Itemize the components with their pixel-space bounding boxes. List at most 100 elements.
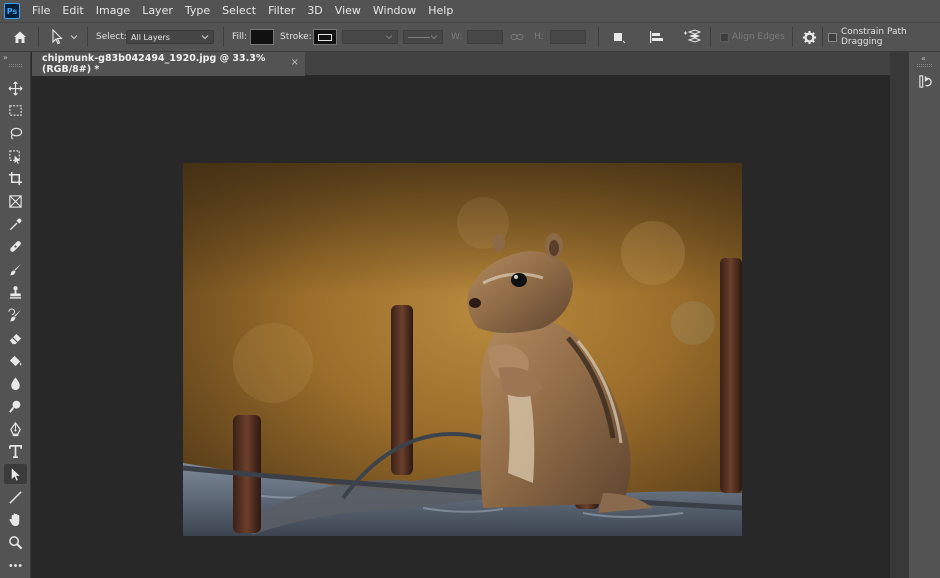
divider [87,27,88,47]
settings-button[interactable] [802,23,817,51]
menu-file[interactable]: File [26,0,56,22]
pen-tool[interactable] [4,419,27,439]
divider [38,27,39,47]
edit-toolbar-button[interactable] [4,555,27,575]
clone-stamp-tool[interactable] [4,282,27,302]
paint-bucket-tool[interactable] [4,350,27,370]
object-select-tool[interactable] [4,146,27,166]
panel-grip[interactable] [917,64,932,67]
link-dimensions-button[interactable] [510,23,524,51]
path-operations-icon [614,33,626,44]
menu-edit[interactable]: Edit [56,0,89,22]
blur-tool[interactable] [4,373,27,393]
link-icon [510,34,524,40]
path-arrangement-icon [684,29,701,43]
crop-tool[interactable] [4,168,27,188]
healing-brush-tool-icon [10,240,21,252]
close-tab-icon[interactable]: × [291,57,299,68]
canvas-area[interactable] [32,77,890,578]
width-field[interactable] [467,30,503,44]
eraser-tool-icon [9,333,22,344]
dodge-tool[interactable] [4,396,27,416]
path-selection-arrow-icon [52,29,63,45]
menu-filter[interactable]: Filter [262,0,301,22]
line-tool[interactable] [4,487,27,507]
constrain-path-checkbox[interactable] [828,32,837,42]
stroke-label: Stroke: [280,32,312,42]
stroke-type-preview [408,36,430,38]
select-dropdown[interactable]: All Layers [126,30,214,44]
divider [598,27,599,47]
divider [223,27,224,47]
constrain-path-label: Constrain Path Dragging [841,27,907,47]
height-label: H: [534,32,544,42]
document-tab-title: chipmunk-g83b042494_1920.jpg @ 33.3% (RG… [42,53,266,75]
eyedropper-tool[interactable] [4,214,27,234]
document-image[interactable] [183,163,742,536]
menu-view[interactable]: View [329,0,367,22]
marquee-tool[interactable] [4,100,27,120]
zoom-tool[interactable] [4,532,27,552]
brush-tool-icon [9,263,22,275]
eyedropper-tool-icon [9,217,22,230]
path-selection-tool-icon [11,467,20,481]
home-icon [14,31,26,43]
menu-image[interactable]: Image [90,0,136,22]
tools-panel: » [0,52,31,578]
hand-tool-icon [9,512,20,526]
fill-label: Fill: [232,32,248,42]
select-label: Select: [96,32,127,42]
panel-dock-gutter [890,52,908,578]
move-tool-icon [8,81,23,95]
path-alignment-button[interactable] [648,23,664,51]
chevron-down-icon [201,35,209,40]
width-label: W: [451,32,463,42]
menu-type[interactable]: Type [179,0,216,22]
frame-tool[interactable] [4,191,27,211]
menu-bar: Ps File Edit Image Layer Type Select Fil… [0,0,940,22]
stroke-width-field[interactable] [342,30,398,44]
menu-layer[interactable]: Layer [136,0,179,22]
stroke-type-dropdown[interactable] [403,30,443,44]
pen-tool-icon [10,421,21,436]
tool-preset-picker[interactable] [50,23,78,51]
height-field[interactable] [550,30,586,44]
align-left-icon [650,31,663,43]
collapse-panel-icon[interactable]: » [3,53,8,62]
expand-panels-icon[interactable]: « [921,54,926,63]
path-operations-button[interactable] [612,23,626,51]
menu-3d[interactable]: 3D [301,0,328,22]
healing-brush-tool[interactable] [4,236,27,256]
type-tool[interactable] [4,441,27,461]
path-selection-tool[interactable] [4,464,27,484]
align-edges-label: Align Edges [732,32,785,42]
right-panel-dock: « [908,52,940,578]
history-brush-tool[interactable] [4,305,27,325]
lasso-tool[interactable] [4,123,27,143]
history-panel-button[interactable] [916,72,934,90]
divider [792,27,793,47]
photoshop-logo-icon: Ps [4,3,20,19]
menu-help[interactable]: Help [422,0,459,22]
document-tab[interactable]: chipmunk-g83b042494_1920.jpg @ 33.3% (RG… [32,52,305,76]
move-tool[interactable] [4,78,27,98]
crop-tool-icon [8,171,23,185]
history-brush-tool-icon [8,308,22,321]
panel-grip[interactable] [9,64,22,67]
stroke-swatch[interactable] [313,29,337,45]
home-button[interactable] [12,23,28,51]
brush-tool[interactable] [4,259,27,279]
align-edges-checkbox[interactable] [720,32,729,42]
menu-window[interactable]: Window [367,0,422,22]
menu-select[interactable]: Select [216,0,262,22]
history-panel-icon [918,74,932,88]
fill-swatch[interactable] [250,29,274,45]
frame-tool-icon [9,194,22,208]
hand-tool[interactable] [4,509,27,529]
chevron-down-icon [430,35,438,40]
path-arrangement-button[interactable] [683,23,701,51]
divider [710,27,711,47]
document-tab-bar: chipmunk-g83b042494_1920.jpg @ 33.3% (RG… [32,52,890,76]
select-value: All Layers [131,32,170,42]
eraser-tool[interactable] [4,328,27,348]
